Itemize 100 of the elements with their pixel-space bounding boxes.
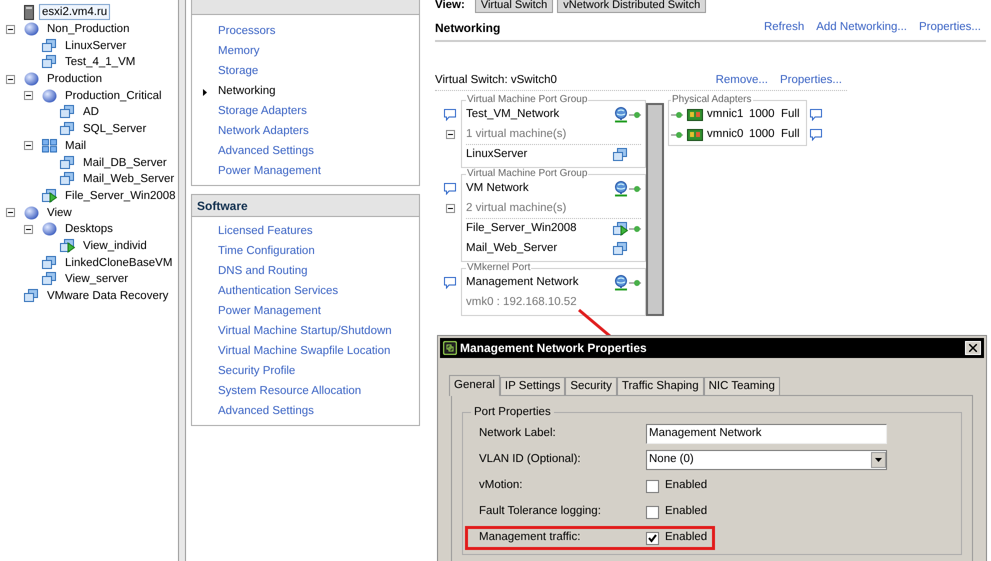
close-button[interactable] — [965, 341, 981, 355]
tree-item[interactable]: LinuxServer — [62, 38, 130, 54]
settings-link[interactable]: Network Adapters — [218, 123, 309, 141]
adapter-duplex: Full — [781, 107, 800, 122]
tree-item[interactable]: Non_Production — [44, 21, 132, 38]
settings-link[interactable]: Storage — [218, 63, 258, 81]
settings-link[interactable]: Networking — [218, 83, 276, 101]
connector-icon — [671, 131, 683, 139]
vm-icon — [60, 156, 75, 170]
vm-icon — [60, 122, 75, 136]
settings-link[interactable]: Time Configuration — [218, 243, 315, 261]
tree-item[interactable]: File_Server_Win2008 — [62, 188, 179, 204]
speech-bubble-icon[interactable] — [810, 129, 822, 141]
checkbox[interactable] — [646, 506, 659, 518]
dropdown-field[interactable]: None (0) — [646, 450, 887, 470]
text-field[interactable]: Management Network — [646, 424, 887, 444]
settings-link[interactable]: Memory — [218, 43, 260, 61]
settings-link[interactable]: Advanced Settings — [218, 143, 314, 161]
speech-bubble-icon[interactable] — [444, 109, 456, 121]
settings-link[interactable]: Licensed Features — [218, 223, 313, 241]
collapse-toggle[interactable] — [24, 91, 33, 100]
connector-icon — [629, 279, 641, 287]
vm-name: File_Server_Win2008 — [466, 221, 578, 236]
tree-item[interactable]: View_individ — [80, 238, 150, 254]
action-link[interactable]: Refresh — [764, 18, 804, 36]
vm-icon — [60, 172, 75, 186]
app-logo-icon — [443, 341, 457, 355]
tree-item[interactable]: AD — [80, 104, 102, 120]
dialog-title: Management Network Properties — [460, 340, 648, 357]
dialog-tab[interactable]: Security — [565, 377, 617, 395]
tree-item[interactable]: Test_4_1_VM — [62, 54, 138, 70]
action-link[interactable]: Add Networking... — [816, 18, 907, 36]
collapse-toggle[interactable] — [24, 141, 33, 150]
group-caption: Physical Adapters — [671, 95, 752, 105]
settings-link[interactable]: Virtual Machine Swapfile Location — [218, 343, 390, 361]
vm-name: LinuxServer — [466, 147, 528, 162]
group-caption: VMkernel Port — [466, 263, 532, 273]
collapse-toggle[interactable] — [6, 24, 15, 34]
tree-item[interactable]: Mail — [62, 138, 90, 154]
settings-link[interactable]: Power Management — [218, 163, 321, 181]
collapse-toggle[interactable] — [6, 208, 15, 218]
tree-item[interactable]: Production — [44, 71, 105, 88]
dialog-tab[interactable]: General — [449, 375, 500, 396]
action-link[interactable]: Remove... — [716, 72, 768, 90]
collapse-toggle[interactable] — [6, 74, 15, 84]
settings-link[interactable]: System Resource Allocation — [218, 383, 362, 401]
connector-icon — [629, 111, 641, 119]
settings-link[interactable]: Virtual Machine Startup/Shutdown — [218, 323, 392, 341]
network-card-icon — [687, 129, 703, 141]
checkbox[interactable] — [646, 532, 659, 544]
view-toggle[interactable]: Virtual Switch — [474, 0, 554, 13]
connector-icon — [629, 225, 641, 233]
dialog-tab[interactable]: Traffic Shaping — [616, 377, 704, 395]
globe-icon — [613, 181, 629, 197]
vm-icon — [613, 242, 628, 256]
close-icon — [969, 344, 977, 352]
speech-bubble-icon[interactable] — [444, 183, 456, 195]
vmkernel-address: vmk0 : 192.168.10.52 — [466, 295, 577, 310]
pool-icon — [42, 222, 57, 236]
dialog-tab[interactable]: IP Settings — [500, 377, 566, 395]
tree-item[interactable]: SQL_Server — [80, 121, 150, 138]
settings-link[interactable]: Storage Adapters — [218, 103, 307, 121]
dialog-tab[interactable]: NIC Teaming — [704, 377, 780, 395]
vm-count: 1 virtual machine(s) — [466, 126, 566, 142]
tree-item[interactable]: Mail_Web_Server — [80, 171, 178, 188]
tree-item[interactable]: Desktops — [62, 221, 116, 238]
tree-item[interactable]: VMware Data Recovery — [44, 288, 172, 304]
settings-link[interactable]: Security Profile — [218, 363, 296, 381]
checkbox[interactable] — [646, 480, 659, 492]
action-link[interactable]: Properties... — [919, 18, 981, 36]
port-group-name: Test_VM_Network — [466, 107, 560, 122]
view-toggle[interactable]: vNetwork Distributed Switch — [557, 0, 706, 13]
tree-item[interactable]: View_server — [62, 271, 132, 288]
checkbox-label: Enabled — [665, 478, 708, 494]
speech-bubble-icon[interactable] — [444, 277, 456, 289]
collapse-toggle[interactable] — [446, 130, 455, 139]
adapter-speed: 1000 — [749, 127, 776, 142]
settings-link[interactable]: Power Management — [218, 303, 321, 321]
field-label: Management traffic: — [479, 530, 582, 546]
tree-item[interactable]: LinkedCloneBaseVM — [62, 254, 176, 271]
running-vm-icon — [60, 238, 75, 253]
tree-item[interactable]: View — [44, 204, 75, 221]
connector-icon — [671, 111, 683, 119]
settings-link[interactable]: Advanced Settings — [218, 403, 314, 421]
settings-link[interactable]: Authentication Services — [218, 283, 338, 301]
tree-item[interactable]: Production_Critical — [62, 88, 165, 104]
vswitch-title: Virtual Switch: vSwitch0 — [435, 72, 558, 88]
pool-icon — [24, 206, 39, 220]
tree-item[interactable]: Mail_DB_Server — [80, 154, 170, 171]
vm-icon — [24, 289, 39, 304]
tree-item[interactable]: esxi2.vm4.ru — [39, 4, 110, 20]
speech-bubble-icon[interactable] — [810, 109, 822, 121]
collapse-toggle[interactable] — [446, 204, 455, 213]
running-vm-icon — [42, 188, 57, 203]
collapse-toggle[interactable] — [24, 224, 33, 234]
settings-link[interactable]: DNS and Routing — [218, 263, 308, 281]
settings-link[interactable]: Processors — [218, 23, 276, 41]
action-link[interactable]: Properties... — [780, 72, 842, 90]
checkbox-label: Enabled — [665, 504, 708, 520]
adapter-name: vmnic1 — [707, 107, 744, 122]
